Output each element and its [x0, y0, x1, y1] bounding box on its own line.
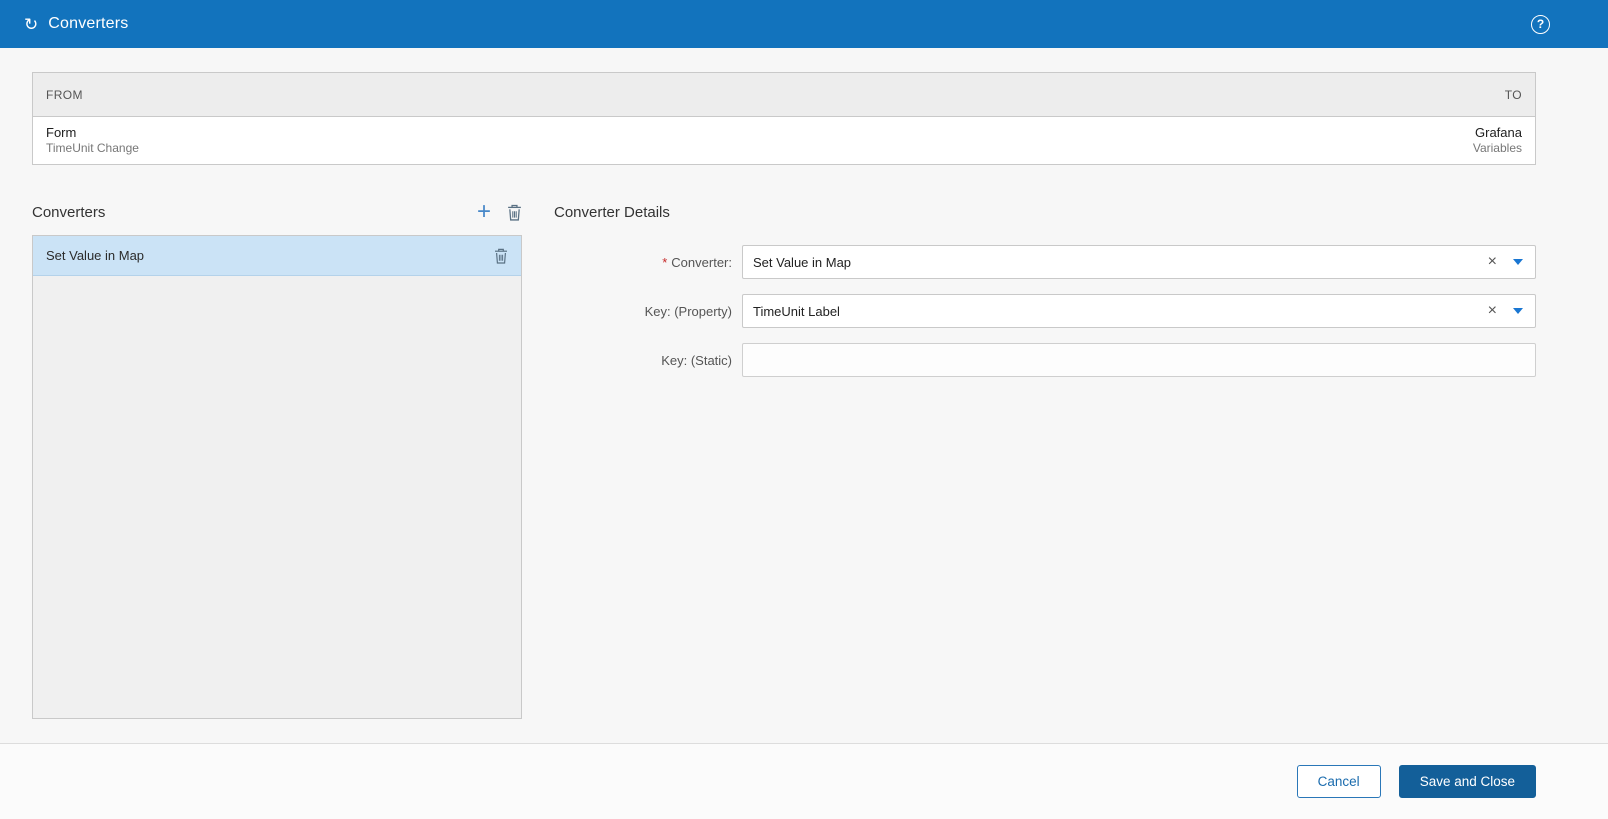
to-column-header: TO [1504, 87, 1522, 102]
converter-list-item[interactable]: Set Value in Map [33, 236, 521, 277]
trash-icon [508, 204, 521, 221]
converter-field-label: * Converter: [554, 255, 742, 270]
converter-field-row: * Converter: Set Value in Map × [554, 245, 1536, 280]
key-static-label-text: Key: (Static) [661, 352, 732, 368]
from-cell: Form TimeUnit Change [46, 125, 139, 156]
main-content: FROM TO Form TimeUnit Change Grafana Var… [0, 48, 1608, 743]
from-title: Form [46, 125, 77, 140]
converter-details-title: Converter Details [554, 203, 670, 221]
key-static-field-label: Key: (Static) [554, 353, 742, 368]
mapping-table: FROM TO Form TimeUnit Change Grafana Var… [32, 72, 1536, 166]
mapping-table-header: FROM TO [33, 73, 1535, 117]
clear-icon[interactable]: × [1488, 254, 1497, 270]
delete-item-button[interactable] [494, 248, 508, 264]
chevron-down-icon[interactable] [1513, 259, 1523, 266]
converters-panel: Converters + Set Value in Map [32, 199, 522, 720]
panels: Converters + Set Value in Map Converter … [32, 199, 1536, 720]
from-column-header: FROM [46, 87, 83, 102]
from-subtitle: TimeUnit Change [46, 141, 139, 156]
to-title: Grafana [1475, 125, 1522, 140]
clear-icon[interactable]: × [1488, 303, 1497, 319]
key-property-label-text: Key: (Property) [644, 303, 732, 319]
to-cell: Grafana Variables [1473, 125, 1522, 156]
key-property-field-row: Key: (Property) TimeUnit Label × [554, 294, 1536, 329]
trash-icon [495, 248, 507, 264]
converter-select-value: Set Value in Map [753, 254, 852, 270]
converters-heading-row: Converters + [32, 199, 522, 225]
key-static-field-row: Key: (Static) [554, 343, 1536, 378]
cancel-button[interactable]: Cancel [1296, 765, 1381, 798]
chevron-down-icon[interactable] [1513, 308, 1523, 315]
app-header: ↻ Converters ? [0, 0, 1608, 48]
converters-toolbar: + [477, 200, 522, 224]
mapping-table-row: Form TimeUnit Change Grafana Variables [33, 117, 1535, 164]
save-and-close-button[interactable]: Save and Close [1398, 765, 1536, 798]
delete-converter-button[interactable] [507, 204, 522, 221]
footer: Cancel Save and Close [0, 743, 1608, 819]
page-title: Converters [48, 15, 129, 32]
converters-list: Set Value in Map [32, 235, 522, 720]
converter-item-label: Set Value in Map [46, 248, 145, 264]
converters-panel-title: Converters [32, 203, 106, 221]
help-icon[interactable]: ? [1531, 14, 1550, 34]
key-static-input[interactable] [742, 343, 1536, 378]
key-property-select[interactable]: TimeUnit Label × [742, 294, 1536, 329]
key-property-field-label: Key: (Property) [554, 304, 742, 319]
required-asterisk: * [662, 254, 668, 270]
converter-label-text: Converter: [671, 254, 732, 270]
to-subtitle: Variables [1472, 141, 1522, 156]
add-converter-button[interactable]: + [477, 200, 491, 224]
converter-details-panel: Converter Details * Converter: Set Value … [554, 199, 1536, 719]
key-property-select-value: TimeUnit Label [753, 303, 840, 319]
converters-refresh-icon: ↻ [24, 14, 39, 34]
converter-select[interactable]: Set Value in Map × [742, 245, 1536, 280]
